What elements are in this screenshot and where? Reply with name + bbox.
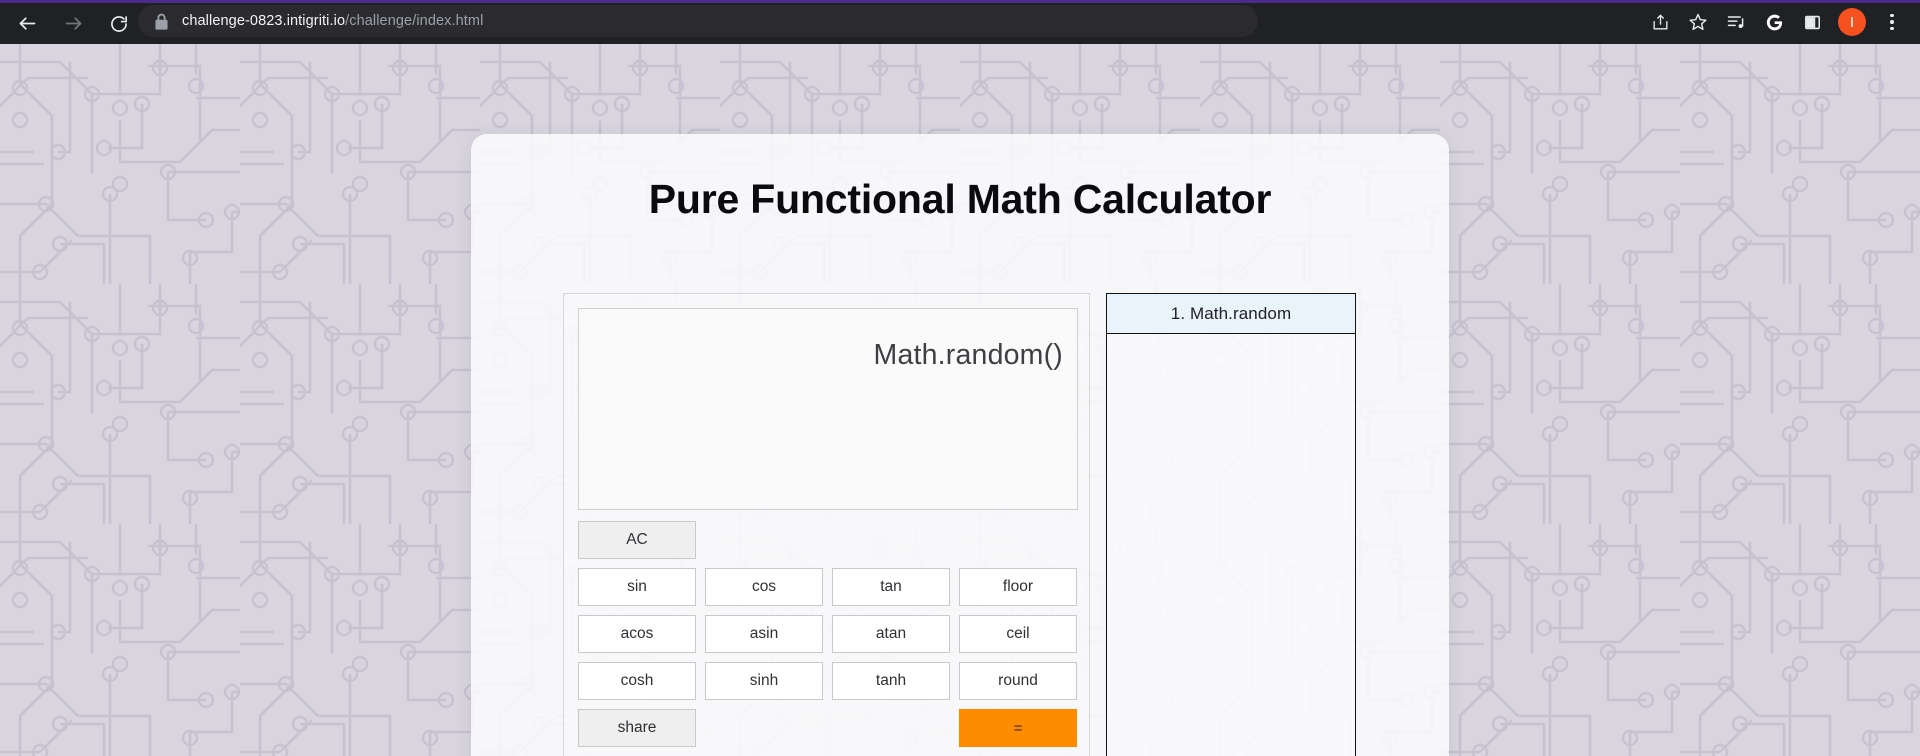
cos-button[interactable]: cos — [705, 568, 823, 606]
calculator-panel: Math.random() AC sin cos tan floor acos — [563, 293, 1090, 756]
share-icon[interactable] — [1642, 4, 1678, 40]
avatar-initial: I — [1849, 13, 1855, 31]
acos-button[interactable]: acos — [578, 615, 696, 653]
history-panel: 1. Math.random — [1106, 293, 1356, 756]
round-button[interactable]: round — [959, 662, 1077, 700]
three-dot-menu-icon[interactable] — [1874, 4, 1910, 40]
keypad-row: AC — [578, 521, 1078, 559]
address-bar[interactable]: challenge-0823.intigriti.io/challenge/in… — [138, 5, 1258, 37]
ac-button[interactable]: AC — [578, 521, 696, 559]
floor-button[interactable]: floor — [959, 568, 1077, 606]
keypad-row: sin cos tan floor — [578, 568, 1078, 606]
side-panel-icon[interactable] — [1794, 4, 1830, 40]
page-title: Pure Functional Math Calculator — [648, 176, 1272, 222]
url-host: challenge-0823.intigriti.io — [182, 13, 346, 29]
keypad-row: cosh sinh tanh round — [578, 662, 1078, 700]
ceil-button[interactable]: ceil — [959, 615, 1077, 653]
keypad: AC sin cos tan floor acos asin atan ceil — [578, 521, 1078, 756]
share-button[interactable]: share — [578, 709, 696, 747]
page-viewport: Pure Functional Math Calculator Math.ran… — [0, 44, 1920, 756]
display-value: Math.random() — [873, 339, 1063, 371]
tanh-button[interactable]: tanh — [832, 662, 950, 700]
back-button[interactable] — [8, 5, 46, 43]
cosh-button[interactable]: cosh — [578, 662, 696, 700]
keypad-row: share = — [578, 709, 1078, 747]
url-path: /challenge/index.html — [345, 13, 484, 29]
keypad-row: acos asin atan ceil — [578, 615, 1078, 653]
asin-button[interactable]: asin — [705, 615, 823, 653]
browser-chrome: challenge-0823.intigriti.io/challenge/in… — [0, 0, 1920, 44]
reload-button[interactable] — [100, 5, 138, 43]
toolbar-actions: I — [1642, 3, 1910, 41]
calculator-display[interactable]: Math.random() — [578, 308, 1078, 510]
bookmark-star-icon[interactable] — [1680, 4, 1716, 40]
lock-icon — [155, 13, 168, 30]
tan-button[interactable]: tan — [832, 568, 950, 606]
sinh-button[interactable]: sinh — [705, 662, 823, 700]
calculator-card: Pure Functional Math Calculator Math.ran… — [471, 134, 1449, 756]
sin-button[interactable]: sin — [578, 568, 696, 606]
history-item[interactable]: 1. Math.random — [1107, 294, 1355, 334]
media-playlist-icon[interactable] — [1718, 4, 1754, 40]
forward-button[interactable] — [54, 5, 92, 43]
google-g-icon[interactable] — [1756, 4, 1792, 40]
equals-button[interactable]: = — [959, 709, 1077, 747]
url-text: challenge-0823.intigriti.io/challenge/in… — [182, 13, 483, 29]
atan-button[interactable]: atan — [832, 615, 950, 653]
avatar[interactable]: I — [1838, 8, 1866, 36]
